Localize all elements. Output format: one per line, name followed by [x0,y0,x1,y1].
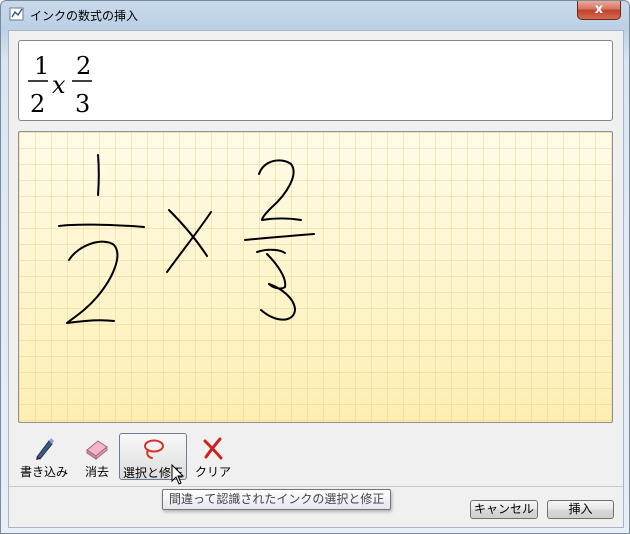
bottom-divider [9,486,623,487]
ink-stroke-x-2 [166,211,212,273]
preview-numerator-1: 1 [34,52,49,80]
close-button[interactable]: x [577,1,621,20]
ink-stroke-x-1 [168,209,208,257]
preview-denominator-1: 2 [30,90,45,118]
ink-stroke-3 [258,159,302,221]
ink-equation-icon [9,6,25,22]
write-tool[interactable]: 書き込み [18,433,70,480]
title-bar[interactable]: インクの数式の挿入 x [1,1,629,29]
dialog-body: 1 2 x 2 3 書き込み 消去 選択と修正 クリア キャンセル 挿入 [8,30,624,528]
ink-stroke-3-top [256,248,286,254]
ink-stroke-3-body [260,253,296,321]
preview-denominator-2: 3 [75,90,90,118]
handwritten-ink-strokes [58,154,315,324]
ink-stroke-fraction-bar-1 [58,223,145,228]
preview-numerator-2: 2 [76,52,91,80]
write-tool-label: 書き込み [19,465,68,479]
ink-stroke-fraction-bar-2 [244,233,315,241]
insert-button[interactable]: 挿入 [547,500,614,519]
equation-preview-render: 1 2 x 2 3 [28,52,92,118]
eraser-icon [84,436,110,463]
clear-x-icon [201,436,225,463]
cancel-button[interactable]: キャンセル [470,500,538,519]
preview-operator: x [52,71,66,99]
tooltip: 間違って認識されたインクの選択と修正 [162,489,392,510]
erase-tool[interactable]: 消去 [75,433,119,480]
clear-tool-label: クリア [194,465,231,479]
erase-tool-label: 消去 [84,465,109,479]
clear-tool[interactable]: クリア [191,433,235,480]
equation-preview: 1 2 x 2 3 [18,40,613,121]
ink-writing-area[interactable] [18,131,613,423]
ink-stroke-1 [97,154,100,196]
ink-stroke-2 [66,240,119,324]
window-title: インクの数式の挿入 [30,9,139,23]
lasso-icon [140,437,166,464]
insert-ink-equation-dialog: インクの数式の挿入 x 1 2 x 2 3 書き込み 消去 選択と修正 クリア … [0,0,630,534]
mouse-cursor-icon [171,463,185,489]
pen-icon [33,436,55,463]
